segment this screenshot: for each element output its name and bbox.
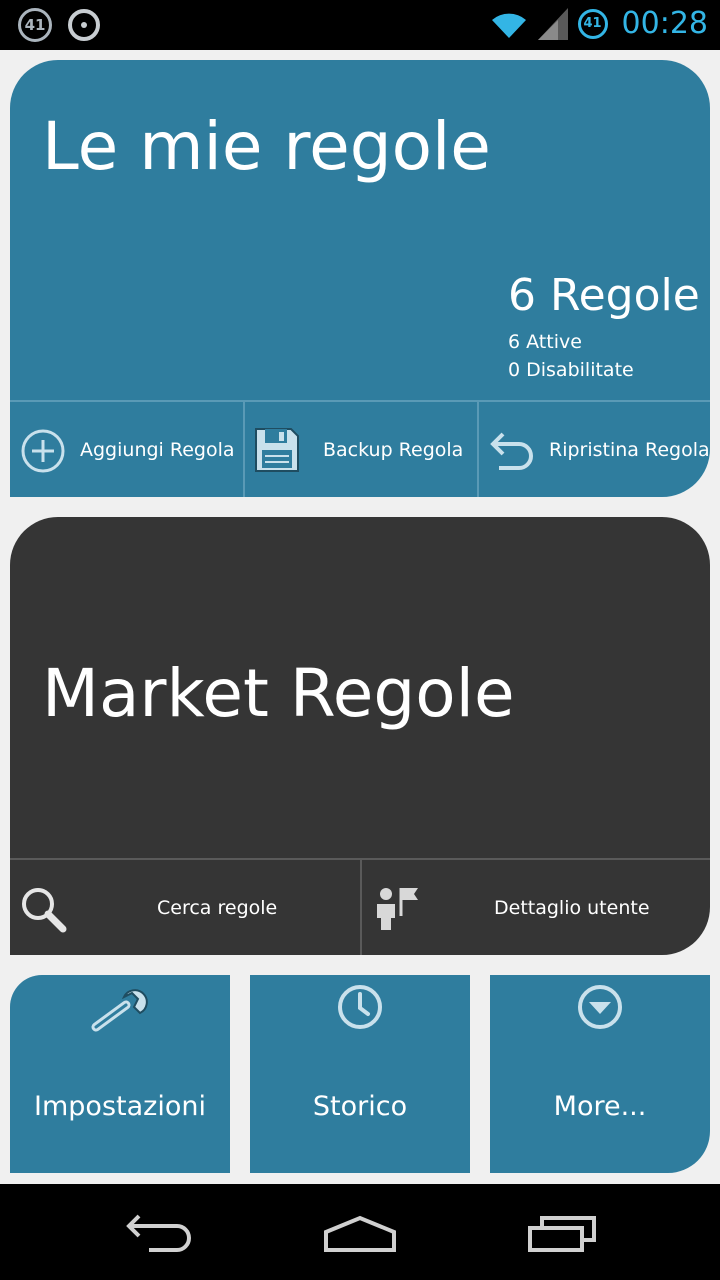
backup-rule-label: Backup Regola [323,439,464,461]
history-label: Storico [312,1091,408,1122]
settings-tile[interactable]: Impostazioni [10,975,230,1173]
add-rule-button[interactable]: Aggiungi Regola [10,402,243,497]
recent-apps-icon[interactable] [526,1214,598,1254]
market-action-row: Cerca regole Dettaglio utente [10,858,710,955]
undo-arrow-icon [490,432,533,470]
add-rule-label: Aggiungi Regola [80,439,235,461]
user-detail-label: Dettaglio utente [494,897,650,919]
sync-ring-icon [68,9,100,41]
dropdown-circle-icon [578,985,622,1029]
navigation-bar [0,1184,720,1280]
rules-action-row: Aggiungi Regola Backup Regola Ripristina… [10,400,710,497]
clock-time: 00:28 [621,6,708,41]
backup-rule-button[interactable]: Backup Regola [243,402,477,497]
add-circle-icon [21,429,65,473]
status-bar: 41 41 00:28 [0,0,720,50]
floppy-disk-icon [255,428,299,472]
more-label: More... [553,1091,647,1122]
clock-icon [338,985,382,1029]
rules-active-count: 6 Attive [508,331,582,353]
my-rules-card[interactable]: Le mie regole 6 Regole 6 Attive 0 Disabi… [10,60,710,497]
rules-disabled-count: 0 Disabilitate [508,359,634,381]
restore-rule-label: Ripristina Regola [549,439,710,461]
rules-count: 6 Regole [508,270,700,321]
notification-41-small-icon: 41 [577,8,608,39]
back-icon[interactable] [125,1214,195,1254]
wrench-icon [91,989,148,1032]
my-rules-title: Le mie regole [42,108,491,185]
home-icon[interactable] [322,1214,398,1254]
search-rules-label: Cerca regole [157,897,278,919]
notification-41-icon: 41 [18,8,52,42]
search-rules-button[interactable]: Cerca regole [10,860,360,955]
more-tile[interactable]: More... [490,975,710,1173]
history-tile[interactable]: Storico [250,975,470,1173]
market-rules-card[interactable]: Market Regole Cerca regole Dettaglio ute… [10,517,710,955]
market-rules-title: Market Regole [42,655,515,732]
signal-icon [537,7,568,40]
user-detail-button[interactable]: Dettaglio utente [360,860,710,955]
wifi-icon [491,13,526,38]
search-icon [22,888,67,933]
restore-rule-button[interactable]: Ripristina Regola [477,402,710,497]
user-flag-icon [377,888,418,930]
settings-label: Impostazioni [34,1091,206,1122]
